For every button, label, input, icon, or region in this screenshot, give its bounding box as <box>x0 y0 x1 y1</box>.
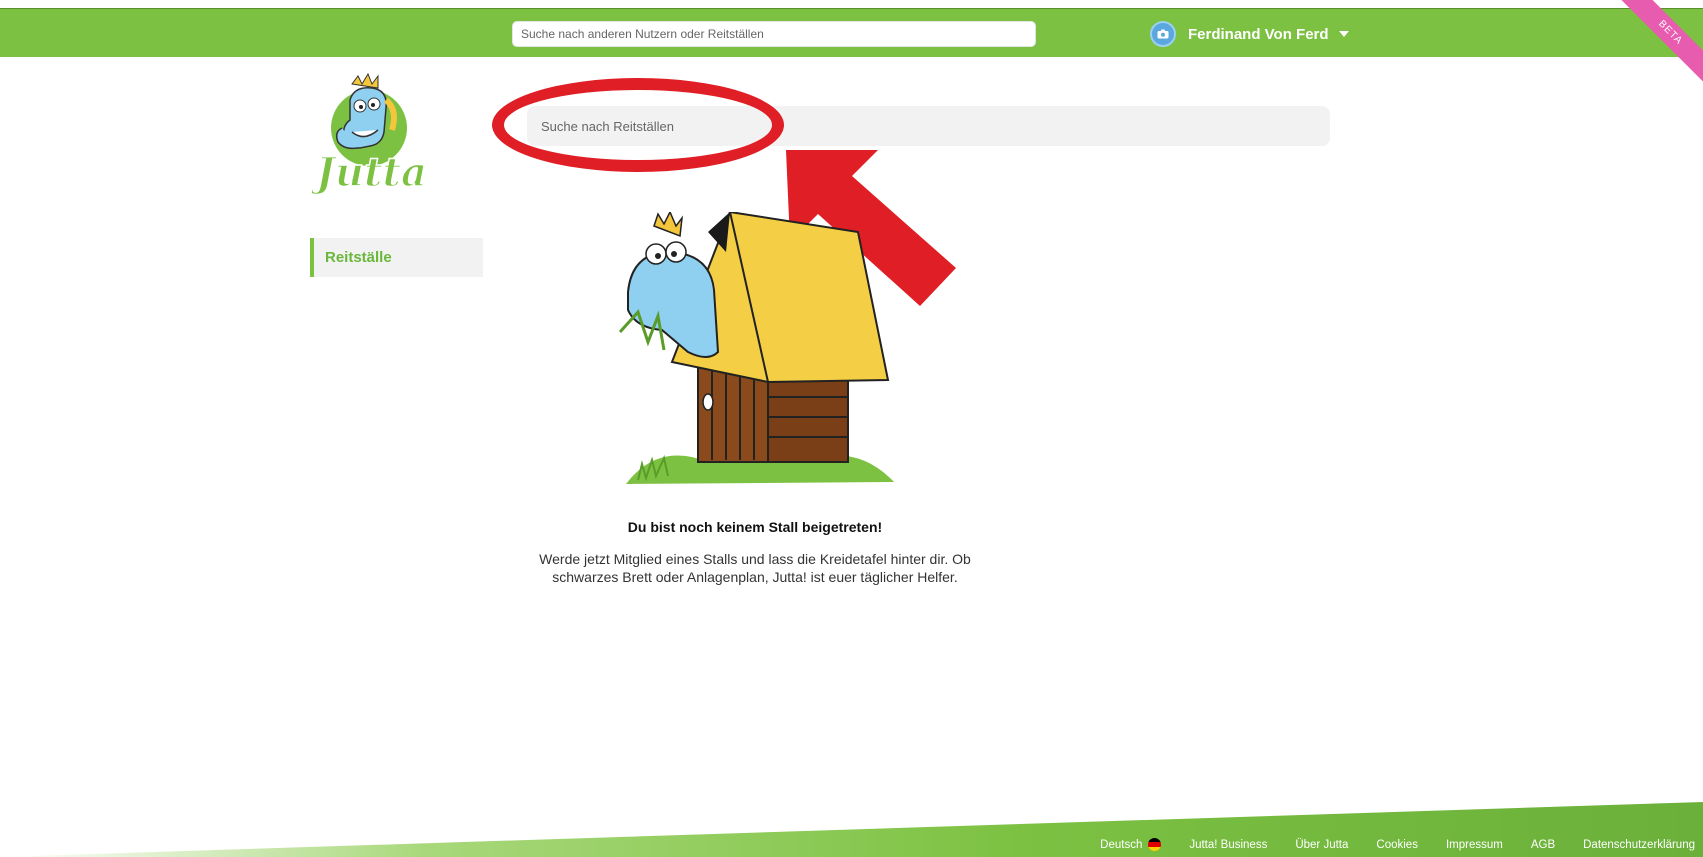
footer-link-business[interactable]: Jutta! Business <box>1189 839 1267 851</box>
footer-links: Deutsch Jutta! Business Über Jutta Cooki… <box>1100 838 1695 851</box>
user-name[interactable]: Ferdinand Von Ferd <box>1188 26 1329 43</box>
sidebar-item-label: Reitställe <box>325 249 392 266</box>
jutta-logo[interactable]: Jutta! <box>312 70 430 200</box>
horse-stable-illustration <box>618 212 894 484</box>
beta-ribbon: BETA <box>1616 0 1703 87</box>
german-flag-icon[interactable] <box>1148 838 1162 851</box>
beta-corner: BETA <box>1613 0 1703 90</box>
footer-link-impressum[interactable]: Impressum <box>1446 839 1503 851</box>
footer-link-privacy[interactable]: Datenschutzerklärung <box>1583 839 1695 851</box>
language-selector[interactable]: Deutsch <box>1100 838 1162 851</box>
camera-icon[interactable] <box>1150 21 1176 47</box>
language-label[interactable]: Deutsch <box>1100 839 1142 851</box>
sidebar-item-reitstaelle[interactable]: Reitställe <box>310 238 483 277</box>
stable-search-input[interactable] <box>527 106 1330 146</box>
footer-link-agb[interactable]: AGB <box>1531 839 1555 851</box>
empty-state-title: Du bist noch keinem Stall beigetreten! <box>627 519 883 535</box>
global-search-input[interactable] <box>512 21 1036 47</box>
empty-state-description: Werde jetzt Mitglied eines Stalls und la… <box>539 551 971 585</box>
footer-link-cookies[interactable]: Cookies <box>1376 839 1418 851</box>
logo-wordmark: Jutta! <box>312 148 430 197</box>
top-navigation-bar: Ferdinand Von Ferd <box>0 8 1703 57</box>
footer-link-about[interactable]: Über Jutta <box>1295 839 1348 851</box>
svg-text:Jutta!: Jutta! <box>312 149 430 196</box>
user-menu[interactable]: Ferdinand Von Ferd <box>1150 21 1349 47</box>
chevron-down-icon[interactable] <box>1338 31 1349 37</box>
